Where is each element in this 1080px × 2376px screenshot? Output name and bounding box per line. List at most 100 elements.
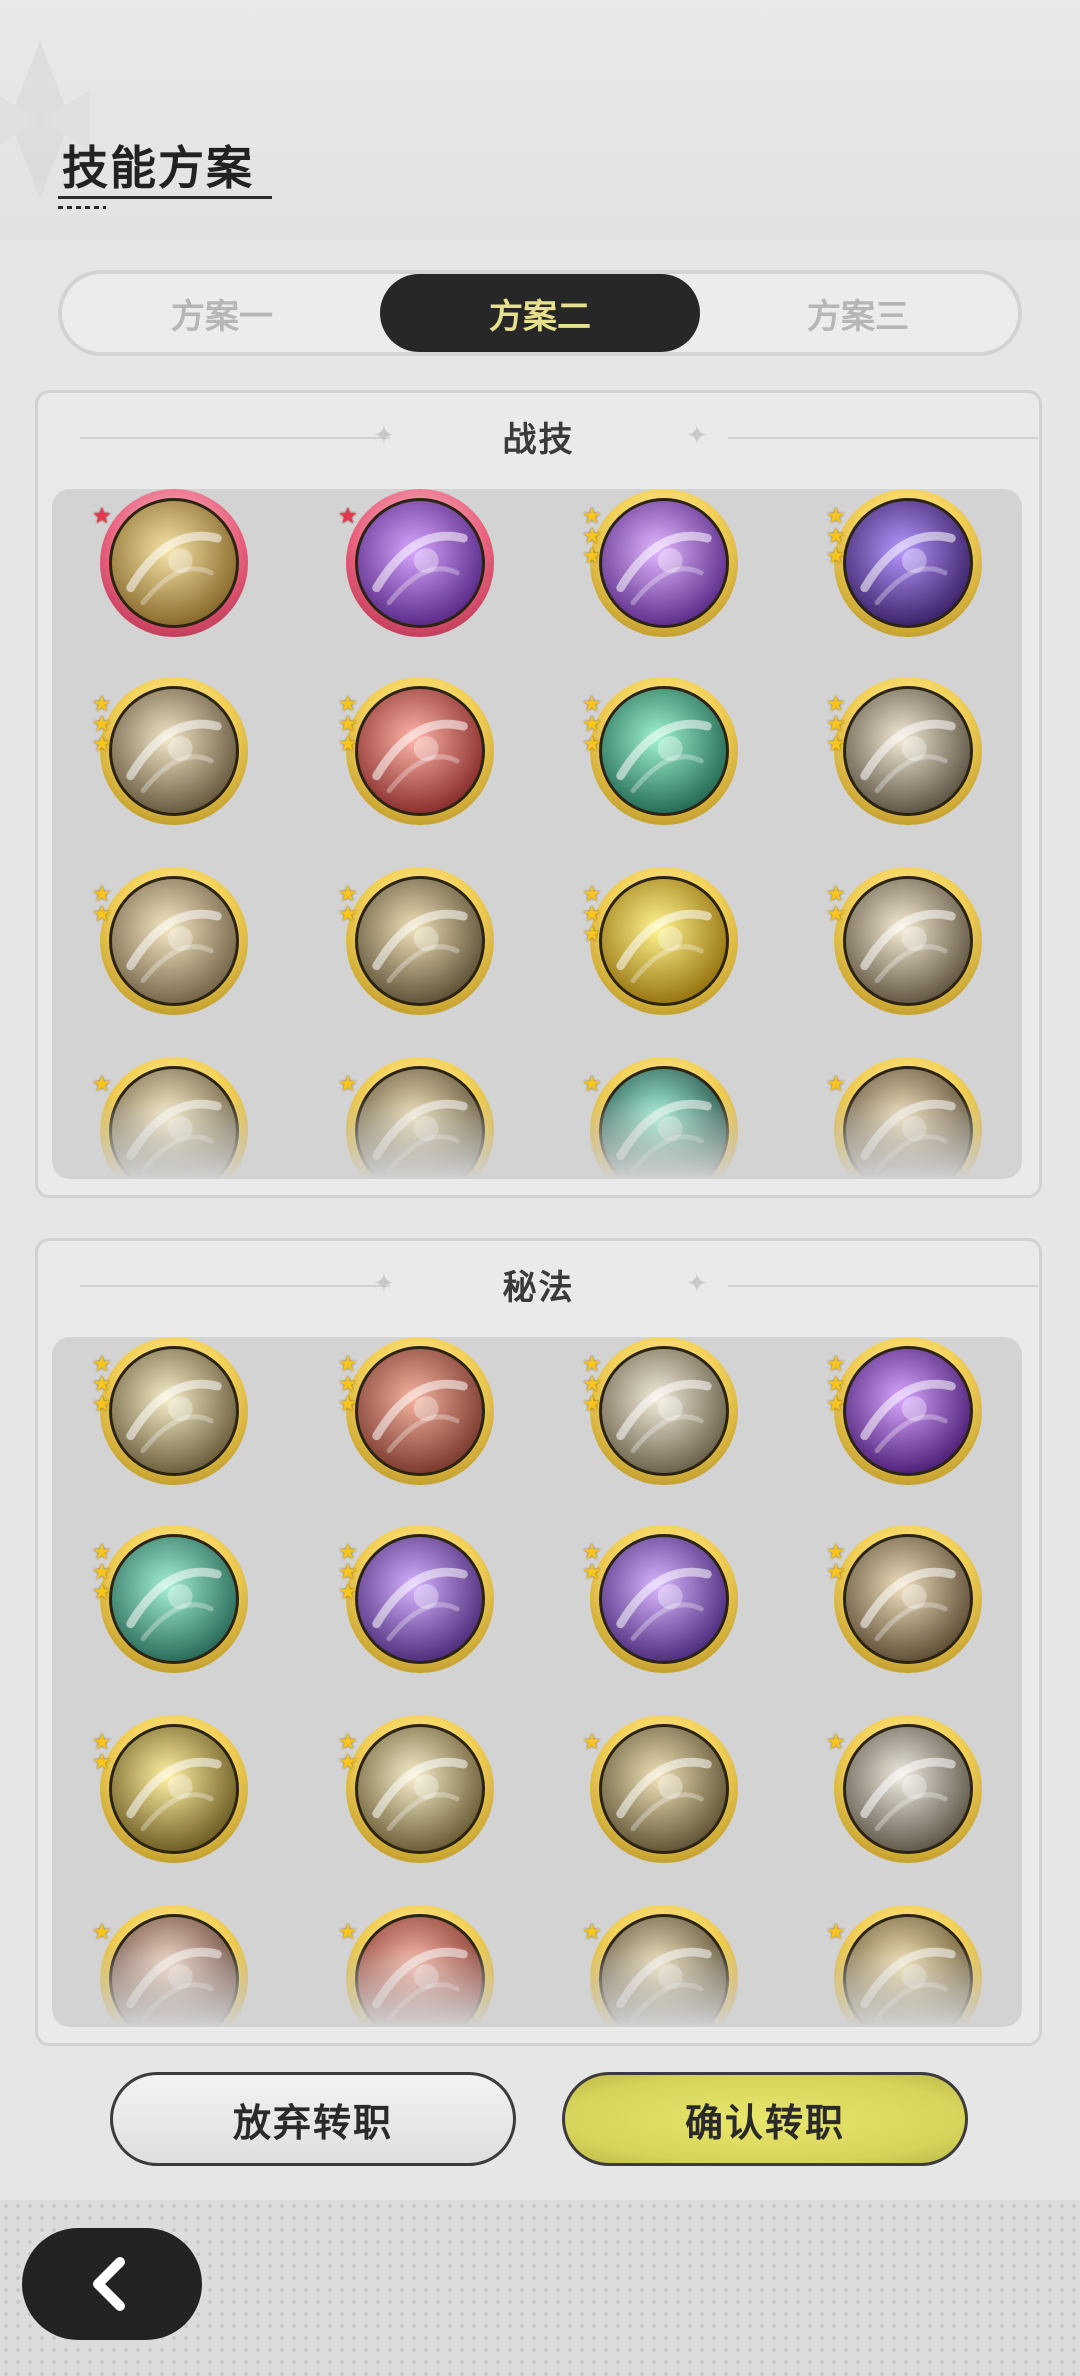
- rank-stars: ★ ★ ★: [826, 506, 846, 568]
- spike-burst-icon: [843, 1066, 973, 1179]
- skill-shield-plus[interactable]: ★ ★: [338, 1715, 494, 1863]
- star-icon: ★: [338, 1392, 358, 1417]
- star-icon: ★: [92, 1750, 112, 1775]
- star-icon: ★: [338, 732, 358, 757]
- arcane-panel-title: 秘法: [502, 1267, 575, 1308]
- star-icon: ★: [338, 1580, 358, 1605]
- star-icon: ★: [582, 1392, 602, 1417]
- star-icon: ★: [338, 1750, 358, 1775]
- rank-stars: ★ ★: [338, 884, 358, 926]
- skill-purple-flame[interactable]: ★ ★ ★: [826, 1337, 982, 1485]
- back-button[interactable]: [22, 2228, 202, 2340]
- skill-sparkle-blade[interactable]: ★: [92, 1057, 248, 1179]
- skill-leaf-crest[interactable]: ★ ★ ★: [582, 1337, 738, 1485]
- star-icon: ★: [826, 1392, 846, 1417]
- arcane-skill-grid: ★ ★ ★ ★ ★ ★ ★ ★ ★ ★ ★ ★ ★ ★ ★ ★ ★ ★ ★ ★ ★ ★ ★ ★ ★ ★ ★ ★ ★ ★ ★ ★: [52, 1337, 1022, 2027]
- rank-stars: ★ ★ ★: [826, 1354, 846, 1417]
- skill-whirlwind[interactable]: ★ ★: [92, 867, 248, 1015]
- skill-gold-shield-up[interactable]: ★ ★ ★: [582, 867, 738, 1015]
- title-dots: [58, 206, 106, 209]
- skill-purple-orb[interactable]: ★ ★ ★: [582, 489, 738, 637]
- rank-stars: ★ ★ ★: [582, 884, 602, 947]
- rank-stars: ★ ★ ★: [92, 694, 112, 757]
- star-icon: ★: [92, 1920, 112, 1945]
- sword-raise-icon: [355, 686, 485, 816]
- skill-spin-ring[interactable]: ★: [338, 1057, 494, 1179]
- star-icon: ★: [582, 1560, 602, 1585]
- leaf-crest-icon: [599, 1346, 729, 1476]
- star-icon: ★: [582, 1072, 602, 1097]
- sparkle-blade-icon: [109, 1066, 239, 1179]
- abandon-job-change-button[interactable]: 放弃转职: [110, 2072, 516, 2166]
- rank-stars: ★: [582, 1922, 602, 1944]
- skill-spike-burst[interactable]: ★: [826, 1057, 982, 1179]
- skill-golden-slash[interactable]: ★: [92, 489, 248, 637]
- star-icon: ★: [582, 922, 602, 947]
- star-icon: ★: [826, 1560, 846, 1585]
- glow-figure-icon: [109, 1724, 239, 1854]
- skill-heart-shield[interactable]: ★: [92, 1905, 248, 2027]
- skill-tear-slash[interactable]: ★ ★: [338, 867, 494, 1015]
- heart-shield-icon: [109, 1914, 239, 2027]
- skill-red-wing[interactable]: ★ ★ ★: [338, 1337, 494, 1485]
- whirlwind-icon: [109, 876, 239, 1006]
- rank-stars: ★ ★ ★: [338, 1542, 358, 1605]
- skill-sword-raise[interactable]: ★ ★ ★: [338, 677, 494, 825]
- wind-slash-icon: [843, 686, 973, 816]
- gold-shield-up-icon: [599, 876, 729, 1006]
- sword-down-icon: [843, 1724, 973, 1854]
- skill-purple-bubble[interactable]: ★ ★: [582, 1525, 738, 1673]
- skill-armor[interactable]: ★: [826, 1905, 982, 2027]
- armor-icon: [843, 1914, 973, 2027]
- confirm-job-change-button[interactable]: 确认转职: [562, 2072, 968, 2166]
- skill-wind-slash[interactable]: ★ ★ ★: [826, 677, 982, 825]
- purple-flame-icon: [843, 1346, 973, 1476]
- rank-stars: ★ ★ ★: [92, 1354, 112, 1416]
- page-header: 技能方案: [0, 0, 1080, 240]
- skill-shadow-figure[interactable]: ★ ★ ★: [338, 1525, 494, 1673]
- combat-skill-grid: ★ ★ ★ ★ ★ ★ ★ ★ ★ ★ ★ ★ ★ ★ ★ ★ ★ ★ ★ ★ ★ ★ ★ ★ ★ ★ ★ ★ ★ ★ ★ ★ ★: [52, 489, 1022, 1179]
- sparkle-icon: ✦: [686, 1269, 708, 1299]
- star-icon: ★: [92, 1072, 112, 1097]
- tab-plan-1[interactable]: 方案一: [62, 274, 382, 352]
- rank-stars: ★: [92, 506, 112, 528]
- skill-eye[interactable]: ★ ★ ★: [92, 1337, 248, 1485]
- red-rune-icon: [355, 1914, 485, 2027]
- skill-hand-strike[interactable]: ★ ★ ★: [92, 677, 248, 825]
- skill-purple-claw[interactable]: ★ ★ ★: [826, 489, 982, 637]
- tab-plan-3[interactable]: 方案三: [698, 274, 1018, 352]
- golden-slash-icon: [109, 498, 239, 628]
- rank-stars: ★ ★: [92, 1732, 112, 1775]
- skill-group[interactable]: ★: [582, 1715, 738, 1863]
- page-title: 技能方案: [62, 141, 254, 195]
- teal-arrows-icon: [599, 686, 729, 816]
- figure-slash-icon: [843, 876, 973, 1006]
- star-icon: ★: [826, 1072, 846, 1097]
- tab-plan-2[interactable]: 方案二: [380, 274, 700, 352]
- skill-purple-heart[interactable]: ★: [338, 489, 494, 637]
- skill-compass-swirl[interactable]: ★: [582, 1905, 738, 2027]
- compass-swirl-icon: [599, 1914, 729, 2027]
- skill-teal-arrows[interactable]: ★ ★ ★: [582, 677, 738, 825]
- eye-icon: [109, 1346, 239, 1476]
- skill-heal-plus[interactable]: ★ ★ ★: [92, 1525, 248, 1673]
- skill-red-rune[interactable]: ★: [338, 1905, 494, 2027]
- rank-stars: ★: [338, 506, 358, 528]
- rank-stars: ★: [826, 1732, 846, 1754]
- teal-wave-icon: [599, 1066, 729, 1179]
- skill-figure-slash[interactable]: ★ ★: [826, 867, 982, 1015]
- skill-dragon[interactable]: ★ ★: [826, 1525, 982, 1673]
- sparkle-icon: ✦: [373, 421, 395, 451]
- skill-teal-wave[interactable]: ★: [582, 1057, 738, 1179]
- star-icon: ★: [92, 902, 112, 927]
- heal-plus-icon: [109, 1534, 239, 1664]
- title-underline: [58, 196, 272, 199]
- star-icon: ★: [92, 732, 112, 757]
- rank-stars: ★ ★ ★: [338, 694, 358, 757]
- skill-sword-down[interactable]: ★: [826, 1715, 982, 1863]
- combat-panel-title: 战技: [502, 419, 575, 460]
- spin-ring-icon: [355, 1066, 485, 1179]
- skill-glow-figure[interactable]: ★ ★: [92, 1715, 248, 1863]
- purple-orb-icon: [599, 498, 729, 628]
- star-icon: ★: [338, 1920, 358, 1945]
